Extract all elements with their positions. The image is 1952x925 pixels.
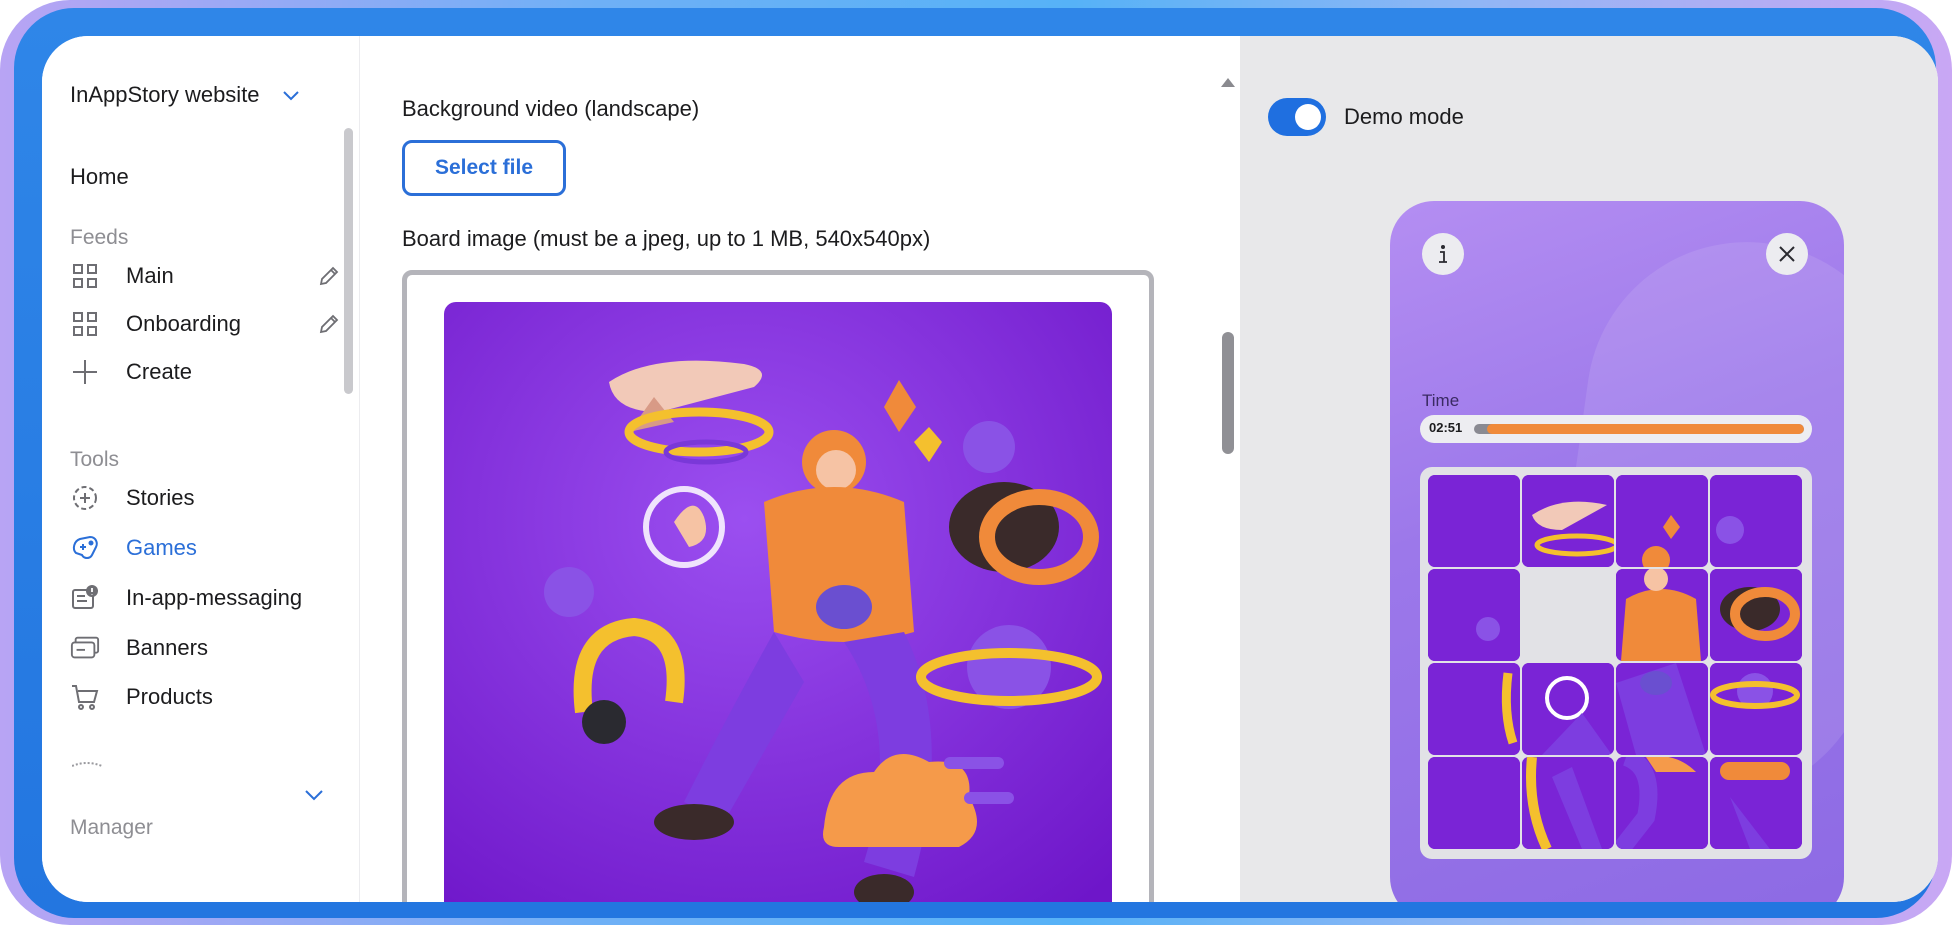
sidebar-item-label: Games bbox=[126, 535, 197, 560]
board-image-preview bbox=[444, 302, 1112, 902]
sidebar-item-label: In-app-messaging bbox=[126, 585, 303, 610]
section-manager: Manager bbox=[70, 816, 153, 839]
nav-home[interactable]: Home bbox=[70, 164, 129, 190]
puzzle-tile[interactable] bbox=[1428, 475, 1520, 567]
app-screen: InAppStory website Home Feeds Main Onboa… bbox=[42, 36, 1938, 902]
stories-icon bbox=[70, 483, 100, 513]
workspace-name: InAppStory website bbox=[70, 82, 260, 107]
sidebar-item-onboarding[interactable]: Onboarding bbox=[70, 306, 340, 342]
puzzle-tile[interactable] bbox=[1616, 569, 1708, 661]
sidebar-item-stories[interactable]: Stories bbox=[70, 480, 340, 516]
gamepad-icon bbox=[70, 533, 100, 563]
grid-icon bbox=[70, 261, 100, 291]
puzzle-tile[interactable] bbox=[1710, 475, 1802, 567]
message-icon bbox=[70, 583, 100, 613]
select-file-button[interactable]: Select file bbox=[402, 140, 566, 196]
info-icon bbox=[1439, 245, 1447, 263]
puzzle-tile[interactable] bbox=[1710, 757, 1802, 849]
sidebar-item-create[interactable]: Create bbox=[70, 354, 340, 390]
close-button[interactable] bbox=[1766, 233, 1808, 275]
timer-fill bbox=[1487, 424, 1804, 434]
form-scrollbar[interactable] bbox=[1222, 332, 1234, 454]
workspace-selector[interactable]: InAppStory website bbox=[70, 82, 300, 108]
puzzle-tile[interactable] bbox=[1710, 569, 1802, 661]
device-bezel: InAppStory website Home Feeds Main Onboa… bbox=[14, 8, 1938, 918]
sidebar-item-in-app-messaging[interactable]: In-app-messaging bbox=[70, 580, 340, 616]
bg-video-label: Background video (landscape) bbox=[402, 96, 700, 121]
plus-icon bbox=[70, 357, 100, 387]
puzzle-tile[interactable] bbox=[1522, 475, 1614, 567]
partial-item-icon bbox=[72, 762, 102, 767]
game-settings-form: Background video (landscape) Select file… bbox=[360, 36, 1240, 902]
cart-icon bbox=[70, 682, 100, 712]
time-label: Time bbox=[1422, 391, 1460, 410]
sidebar-item-label: Products bbox=[126, 684, 213, 709]
sidebar: InAppStory website Home Feeds Main Onboa… bbox=[42, 36, 360, 902]
puzzle-tile[interactable] bbox=[1428, 569, 1520, 661]
puzzle-tile[interactable] bbox=[1616, 475, 1708, 567]
phone-preview: Time 02:51 bbox=[1390, 201, 1844, 902]
sidebar-scrollbar[interactable] bbox=[344, 128, 353, 394]
sidebar-item-label: Stories bbox=[126, 485, 195, 510]
sidebar-item-games[interactable]: Games bbox=[70, 530, 340, 566]
pencil-icon[interactable] bbox=[318, 265, 340, 287]
puzzle-tile[interactable] bbox=[1710, 663, 1802, 755]
section-tools: Tools bbox=[70, 448, 120, 471]
board-image-dropzone[interactable] bbox=[402, 270, 1154, 902]
toggle-knob bbox=[1295, 104, 1321, 130]
sidebar-item-main[interactable]: Main bbox=[70, 258, 340, 294]
time-value: 02:51 bbox=[1429, 420, 1463, 435]
timer-track bbox=[1474, 424, 1804, 434]
board-image-label: Board image (must be a jpeg, up to 1 MB,… bbox=[402, 226, 931, 251]
sidebar-item-label: Onboarding bbox=[126, 311, 241, 336]
banner-icon bbox=[70, 633, 100, 663]
scroll-up-arrow-icon[interactable] bbox=[1221, 78, 1235, 87]
puzzle-tile[interactable] bbox=[1428, 757, 1520, 849]
demo-mode-toggle[interactable] bbox=[1268, 98, 1326, 136]
sidebar-item-label: Main bbox=[126, 263, 174, 288]
sidebar-item-banners[interactable]: Banners bbox=[70, 630, 340, 666]
sidebar-item-products[interactable]: Products bbox=[70, 679, 340, 715]
puzzle-tile[interactable] bbox=[1616, 663, 1708, 755]
chevron-down-icon[interactable] bbox=[304, 788, 324, 802]
info-button[interactable] bbox=[1422, 233, 1464, 275]
device-frame: InAppStory website Home Feeds Main Onboa… bbox=[0, 0, 1952, 925]
close-icon bbox=[1779, 246, 1795, 262]
chevron-down-icon bbox=[282, 91, 299, 101]
puzzle-tile[interactable] bbox=[1522, 757, 1614, 849]
demo-mode-label: Demo mode bbox=[1344, 104, 1464, 129]
puzzle-tile[interactable] bbox=[1616, 757, 1708, 849]
puzzle-tile[interactable] bbox=[1428, 663, 1520, 755]
timer-bar: 02:51 bbox=[1420, 415, 1812, 443]
sidebar-item-label: Banners bbox=[126, 635, 208, 660]
sidebar-item-label: Create bbox=[126, 359, 193, 384]
section-feeds: Feeds bbox=[70, 226, 129, 249]
grid-icon bbox=[70, 309, 100, 339]
pencil-icon[interactable] bbox=[318, 313, 340, 335]
preview-panel: Demo mode Time 02:51 bbox=[1240, 36, 1938, 902]
puzzle-tile[interactable] bbox=[1522, 663, 1614, 755]
puzzle-board bbox=[1420, 467, 1812, 859]
